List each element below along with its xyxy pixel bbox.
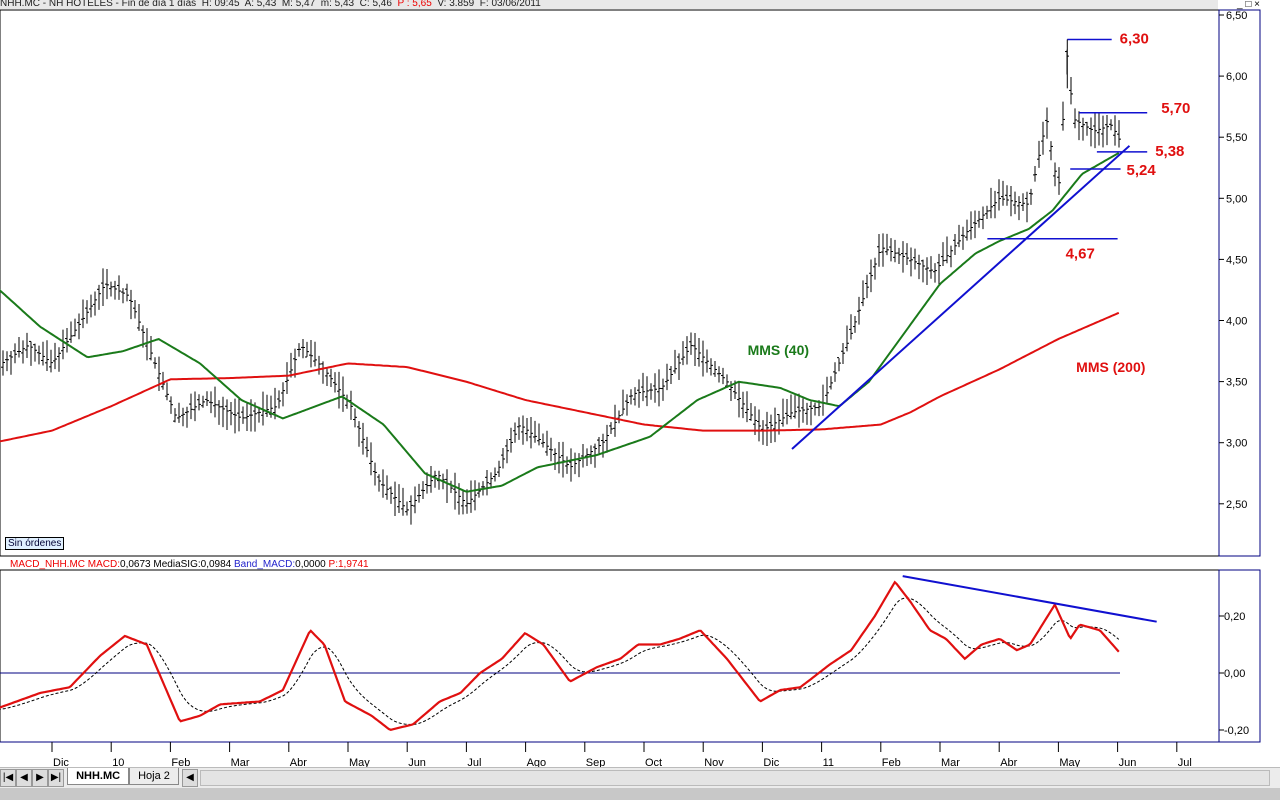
level-label: 5,24	[1127, 162, 1157, 179]
y-tick-label: 2,50	[1226, 499, 1247, 511]
p-label: P:	[328, 559, 338, 570]
tab-hoja-2[interactable]: Hoja 2	[129, 768, 179, 785]
min: m: 5,43	[320, 0, 355, 9]
max: M: 5,47	[281, 0, 316, 9]
macd-y-tick-label: 0,20	[1224, 611, 1245, 623]
prev-sheet-button[interactable]: ◀	[16, 769, 32, 787]
macd-y-tick-label: -0,20	[1224, 725, 1249, 737]
macd-value: 0,0673	[120, 559, 151, 570]
price-chart: 6,50 6,00 5,50 5,00 4,50 4,00 3,50 3,00 2,50 0,20…	[0, 9, 1261, 768]
sheet-tabs-bar: |◀ ◀ ▶ ▶| NHH.MC Hoja 2 ◀	[0, 767, 1280, 788]
macd-line	[0, 580, 1120, 731]
y-tick-label: 5,50	[1226, 132, 1247, 144]
macd-trendline	[902, 575, 1157, 623]
y-tick-label: 5,00	[1226, 193, 1247, 205]
macd-name: MACD_NHH.MC	[10, 559, 85, 570]
macd-header: MACD_NHH.MC MACD:0,0673 MediaSIG:0,0984 …	[10, 559, 369, 570]
macd-panel-frame	[0, 569, 1220, 743]
level-label: 5,38	[1155, 143, 1184, 160]
price-bars	[1, 49, 1121, 525]
time: H: 09:45	[201, 0, 240, 9]
price-y-axis	[1218, 9, 1261, 557]
orders-badge[interactable]: Sin órdenes	[5, 537, 65, 550]
scroll-left-button[interactable]: ◀	[181, 769, 198, 787]
ma-annotation: MMS (40)	[748, 342, 809, 358]
tab-nhh-mc[interactable]: NHH.MC	[67, 768, 130, 785]
y-tick-label: 6,00	[1226, 71, 1247, 83]
window-controls: _ □ ×	[1237, 0, 1260, 10]
mms200-line	[0, 311, 1120, 443]
macd-y-axis	[1218, 569, 1261, 743]
level-label: 5,70	[1161, 100, 1190, 117]
maximize-button[interactable]: □	[1245, 0, 1251, 10]
macd-label: MACD:	[87, 559, 121, 570]
symbol-header: NHH.MC - NH HOTELES - Fin de día 1 días …	[0, 0, 1218, 9]
level-label: 4,67	[1066, 246, 1095, 263]
close: C: 5,46	[359, 0, 392, 9]
first-sheet-button[interactable]: |◀	[0, 769, 16, 787]
horizontal-scrollbar[interactable]	[200, 770, 1270, 786]
ma-annotation: MMS (200)	[1076, 359, 1145, 375]
price-panel-frame	[0, 9, 1220, 557]
p-value: 1,9741	[337, 559, 369, 570]
p: P : 5,65	[397, 0, 432, 9]
y-tick-label: 3,50	[1226, 377, 1247, 389]
band-label: Band_MACD:	[234, 559, 296, 570]
minimize-button[interactable]: _	[1237, 0, 1243, 10]
last-sheet-button[interactable]: ▶|	[48, 769, 64, 787]
mms40-line	[0, 152, 1120, 493]
date: F: 03/06/2011	[479, 0, 541, 9]
macd-signal-line	[0, 597, 1120, 725]
y-tick-label: 4,50	[1226, 254, 1247, 266]
support-trendline	[791, 145, 1131, 450]
y-tick-label: 4,00	[1226, 316, 1247, 328]
sig-value: 0,0984	[200, 559, 232, 570]
symbol-name: NHH.MC - NH HOTELES - Fin de día 1 días	[0, 0, 197, 9]
sig-label: MediaSIG:	[153, 559, 201, 570]
y-tick-label: 3,00	[1226, 438, 1247, 450]
open: A: 5,43	[244, 0, 277, 9]
band-value: 0,0000	[295, 559, 326, 570]
y-tick-label: 6,50	[1226, 10, 1247, 22]
macd-y-tick-label: 0,00	[1224, 668, 1245, 680]
close-button[interactable]: ×	[1254, 0, 1260, 10]
next-sheet-button[interactable]: ▶	[32, 769, 48, 787]
level-label: 6,30	[1120, 30, 1149, 47]
status-bar	[0, 788, 1280, 800]
volume: V: 3.859	[437, 0, 475, 9]
